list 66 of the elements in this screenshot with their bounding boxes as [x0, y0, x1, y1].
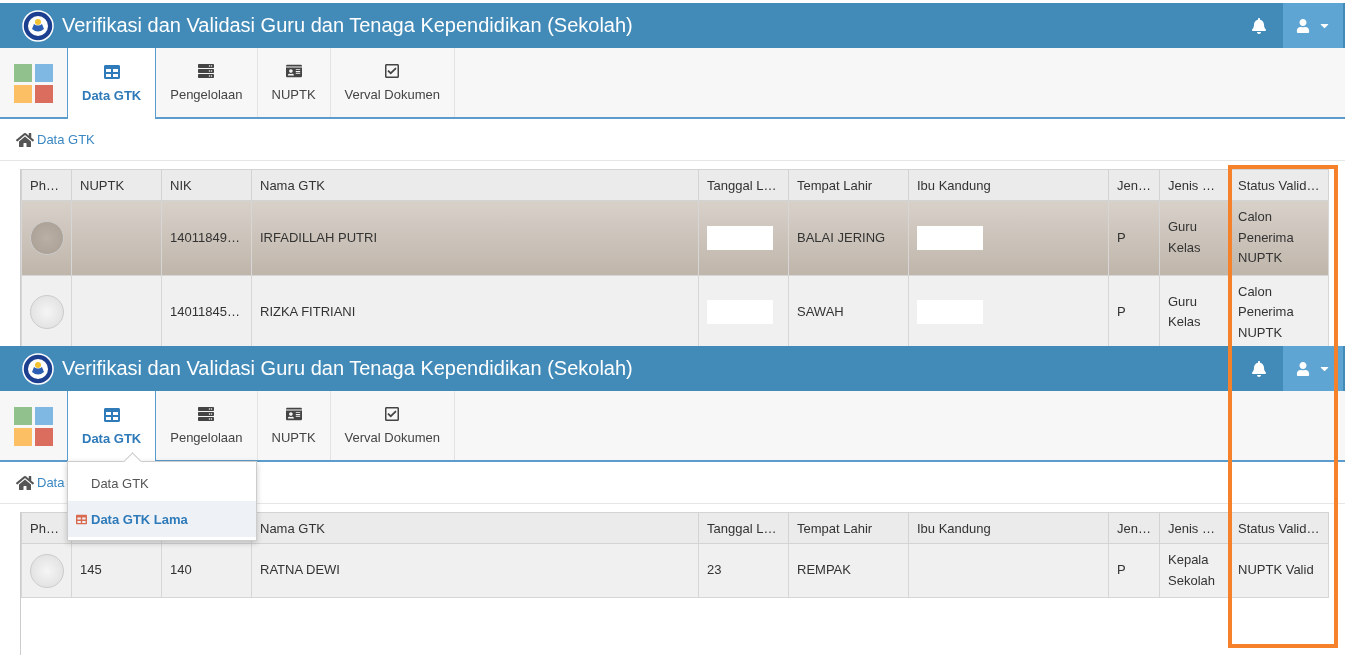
user-icon	[1295, 18, 1310, 33]
column-header[interactable]: NIK	[170, 177, 192, 193]
table-cell: P	[1117, 304, 1126, 319]
table-row[interactable]: 145 140 RATNA DEWI 23 REMPAK P Kepala Sekolah NUPTK Valid	[21, 543, 1329, 598]
avatar-placeholder	[30, 220, 64, 255]
table-cell: Calon Penerima NUPTK	[1238, 209, 1294, 265]
table-cell: RATNA DEWI	[260, 562, 340, 578]
avatar-placeholder	[30, 295, 64, 330]
menu-item[interactable]: Data GTK	[68, 465, 256, 501]
table-cell: 140	[170, 562, 192, 578]
table-cell: 14011845…	[170, 304, 240, 319]
menu-item[interactable]: Data GTK Lama	[68, 501, 256, 537]
column-header[interactable]: Nama GTK	[260, 520, 325, 536]
app-grid-icon[interactable]	[14, 64, 53, 103]
id-card-icon	[285, 406, 302, 422]
nav-tab[interactable]: Pengelolaan	[156, 391, 258, 460]
breadcrumb-link[interactable]: Data	[37, 475, 65, 490]
table-row[interactable]: 14011845… RIZKA FITRIANI SAWAH P Guru Kelas Calon Penerima NUPTK	[21, 275, 1329, 346]
bell-icon	[1251, 17, 1267, 34]
table-cell: BALAI JERING	[797, 229, 886, 245]
checkbox-icon	[384, 63, 401, 79]
bell-icon	[1251, 360, 1267, 377]
table-cell: IRFADILLAH PUTRI	[260, 229, 378, 245]
checkbox-icon	[384, 406, 401, 422]
table-cell: NUPTK Valid	[1238, 562, 1314, 578]
nav-tab[interactable]: Verval Dokumen	[330, 48, 455, 117]
nav-tab[interactable]: Data GTK	[67, 391, 157, 462]
table-cell: 23	[707, 562, 722, 578]
table-cell: RIZKA FITRIANI	[260, 304, 356, 319]
table-cell: Guru Kelas	[1168, 293, 1201, 330]
table-cell: REMPAK	[797, 562, 851, 578]
nav-tab[interactable]: NUPTK	[257, 391, 331, 460]
home-icon	[16, 130, 34, 149]
table-cell: Calon Penerima NUPTK	[1238, 283, 1294, 340]
column-header[interactable]: Ibu Kandung	[917, 520, 991, 536]
nav-tab[interactable]: NUPTK	[257, 48, 331, 117]
emblem-logo	[22, 352, 54, 385]
app-title: Verifikasi dan Validasi Guru dan Tenaga Kependidikan (Sekolah)	[62, 357, 634, 380]
column-header[interactable]: Nama GTK	[260, 177, 325, 193]
breadcrumb-link[interactable]: Data GTK	[37, 132, 95, 147]
table-icon	[103, 64, 120, 80]
user-menu-button[interactable]	[1283, 346, 1343, 391]
table-cell: Guru Kelas	[1168, 219, 1201, 255]
table-cell: 145	[80, 562, 102, 578]
user-icon	[1295, 361, 1310, 376]
app-grid-icon[interactable]	[14, 407, 53, 446]
nav-tab[interactable]: Data GTK	[67, 48, 157, 119]
column-header[interactable]: Ibu Kandung	[917, 177, 991, 193]
app-title: Verifikasi dan Validasi Guru dan Tenaga Kependidikan (Sekolah)	[62, 14, 634, 37]
server-icon	[198, 63, 215, 79]
nav-tab[interactable]: Verval Dokumen	[330, 391, 455, 460]
table-icon	[103, 407, 120, 423]
table-cell: P	[1117, 229, 1126, 245]
table-cell: P	[1117, 562, 1126, 578]
table-cell: SAWAH	[797, 304, 844, 319]
nav-tab[interactable]: Pengelolaan	[156, 48, 258, 117]
home-icon	[16, 473, 34, 492]
user-menu-button[interactable]	[1283, 3, 1343, 48]
table-cell: 14011849…	[170, 229, 240, 245]
emblem-logo	[22, 9, 54, 42]
table-cell: Kepala Sekolah	[1168, 552, 1215, 588]
server-icon	[198, 406, 215, 422]
table-icon	[76, 513, 87, 525]
id-card-icon	[285, 63, 302, 79]
table-row[interactable]: 14011849… IRFADILLAH PUTRI BALAI JERING P Guru Kelas Calon Penerima NUPTK	[21, 200, 1329, 275]
avatar-placeholder	[30, 553, 64, 588]
